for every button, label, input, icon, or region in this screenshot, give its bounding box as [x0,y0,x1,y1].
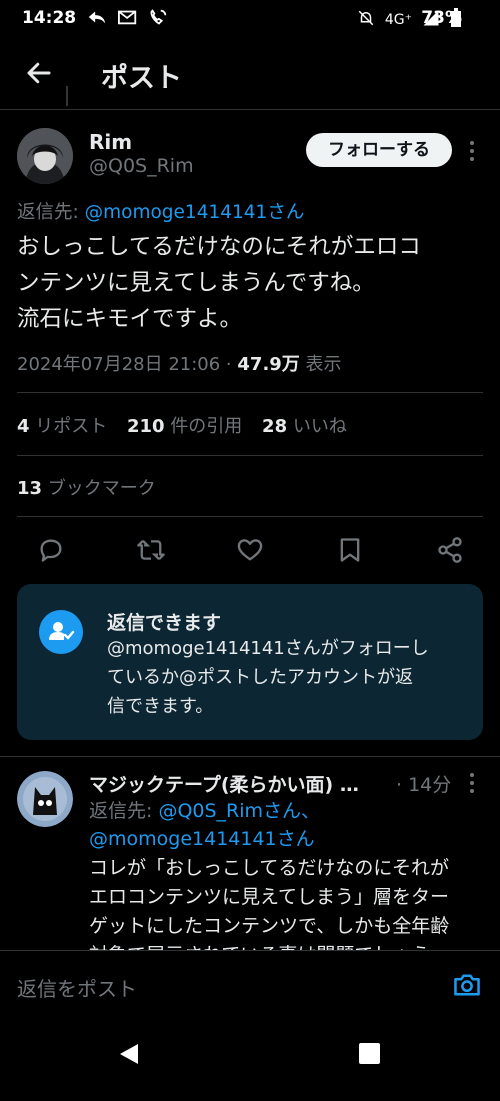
reply-to-user-link[interactable]: @Q0S_Rimさん、 [158,800,320,822]
reply-author-name[interactable]: マジックテープ(柔らかい面) … [89,770,359,797]
nav-recents-icon[interactable] [359,1043,380,1064]
author-name[interactable]: Rim [89,130,132,154]
reply-text-line: エロコンテンツに見えてしまう」層をター [89,886,450,908]
mail-notification-icon [117,7,139,32]
tweet-meta: 2024年07月28日 21:06 · 47.9万 表示 [17,350,342,376]
engagement-stats: 4 リポスト 210 件の引用 28 いいね [17,412,347,438]
card-body-line: @momoge1414141さんがフォローし [107,638,429,659]
header-divider [0,109,500,110]
tweet-date[interactable]: 2024年07月28日 21:06 · [17,354,237,375]
bookmarks-count: 13 [17,478,43,499]
tweet-text-line: 流石にキモイですよ。 [17,306,243,332]
battery-percent: 73% [421,8,462,28]
tweet-text: おしっこしてるだけなのにそれがエロコ ンテンツに見えてしまうんですね。 流石にキ… [17,229,487,337]
reply-notification-icon [86,6,108,33]
reply-to-user-link[interactable]: @momoge1414141さん [85,202,305,223]
views-label: 表示 [299,354,342,375]
replies-divider [0,756,500,757]
reposts-count: 4 [17,416,30,437]
tweet-text-line: おしっこしてるだけなのにそれがエロコ [17,234,421,260]
share-icon[interactable] [436,536,464,568]
network-type: 4G⁺ [384,12,412,28]
status-time: 14:28 [22,8,77,28]
reply-permission-card: 返信できます @momoge1414141さんがフォローし ているか@ポストした… [17,584,483,740]
top-header: ポスト [0,44,500,104]
card-title: 返信できます [107,612,222,634]
camera-icon[interactable] [452,971,482,1003]
quotes-count: 210 [127,416,165,437]
reply-time: · 14分 [396,774,452,796]
nav-back-icon[interactable] [118,1042,140,1070]
author-avatar[interactable] [17,128,73,184]
likes-stat[interactable]: 28 いいね [262,416,347,437]
reply-input[interactable]: 返信をポスト [17,973,137,1002]
follow-button[interactable]: フォローする [306,133,452,167]
card-body-line: ているか@ポストしたアカウントが返 [107,667,413,688]
mute-icon [357,9,375,31]
status-bar: 14:28 4G⁺ 73% [0,0,500,36]
reply-to-user-link[interactable]: @momoge1414141さん [89,828,315,850]
reply-to-prefix: 返信先: [17,202,85,223]
reposts-label: リポスト [35,416,108,437]
reply-to-line: 返信先: @momoge1414141さん [17,198,304,224]
reply-to-prefix: 返信先: [89,800,159,822]
more-options-icon[interactable] [466,140,478,166]
back-arrow-icon[interactable] [24,58,54,92]
stats-divider [17,455,483,456]
likes-label: いいね [292,416,347,437]
meta-divider [17,392,483,393]
quotes-label: 件の引用 [170,416,243,437]
author-handle[interactable]: @Q0S_Rim [89,155,194,177]
reply-text-line: コレが「おしっこしてるだけなのにそれが [89,857,450,879]
like-icon[interactable] [236,536,264,568]
repost-icon[interactable] [136,536,166,568]
reply-to-users: 返信先: @Q0S_Rimさん、 @momoge1414141さん [89,797,489,853]
reply-composer: 返信をポスト [0,950,500,1023]
bookmarks-divider [17,516,483,517]
bookmark-icon[interactable] [338,536,362,568]
person-check-icon [39,610,83,654]
card-body: @momoge1414141さんがフォローし ているか@ポストしたアカウントが返… [107,634,477,721]
page-title: ポスト [101,63,182,94]
bookmarks-label: ブックマーク [47,478,156,499]
likes-count: 28 [262,416,288,437]
reply-author-avatar[interactable] [17,771,73,827]
reply-more-options-icon[interactable] [466,772,478,798]
reply-text-line: ゲットにしたコンテンツで、しかも全年齢 [89,915,450,937]
thread-line [66,86,68,106]
views-count: 47.9万 [237,354,300,375]
tweet-text-line: ンテンツに見えてしまうんですね。 [17,270,375,296]
card-body-line: 信できます。 [107,696,214,717]
reply-icon[interactable] [37,536,65,568]
system-nav-bar [0,1022,500,1101]
bookmarks-stat[interactable]: 13 ブックマーク [17,474,156,500]
wifi-calling-icon [147,7,169,34]
reposts-stat[interactable]: 4 リポスト [17,416,107,437]
quotes-stat[interactable]: 210 件の引用 [127,416,242,437]
